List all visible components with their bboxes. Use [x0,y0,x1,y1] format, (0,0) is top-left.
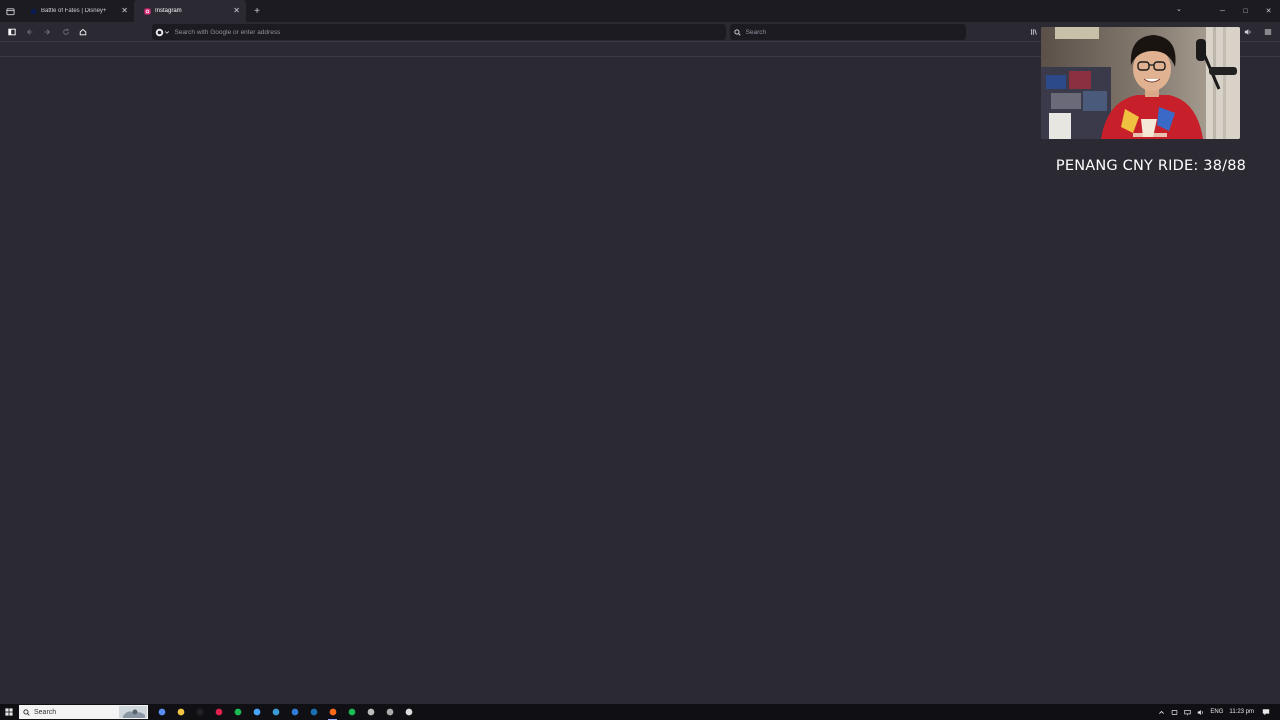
notifications-button[interactable] [1262,708,1270,716]
menu-button[interactable] [1262,26,1274,38]
start-button[interactable] [0,704,18,720]
home-icon [79,28,87,36]
firefox-view-icon [5,7,15,15]
windows-logo-icon [5,708,13,716]
forward-arrow-icon [44,29,51,35]
taskbar-app-c-app[interactable] [247,704,266,720]
hamburger-menu-icon [1264,29,1272,35]
tab-instagram[interactable]: Instagram ✕ [134,0,246,22]
tab-title: Battle of Fates | Disney+ [41,8,107,14]
taskbar-search-box[interactable]: Search [19,705,148,719]
speaker-icon [1244,29,1251,35]
search-highlight-art-icon [119,706,147,718]
chevron-up-icon [1159,710,1165,714]
taskbar-app-obs[interactable] [399,704,418,720]
file-explorer-icon [177,708,184,716]
library-button[interactable] [1028,26,1040,38]
webcam-image [1041,27,1240,139]
webcam-overlay [1041,27,1240,139]
taskbar-app-arrow-app[interactable] [361,704,380,720]
sidebar-button[interactable] [6,26,18,38]
new-tab-button[interactable]: + [248,6,266,17]
keyboard-app-icon [386,708,393,716]
tab-close-button[interactable]: ✕ [121,7,128,15]
windows-taskbar: Search ENG 11:23 pm [0,704,1280,720]
taskbar-app-file-explorer[interactable] [171,704,190,720]
list-all-tabs-button[interactable]: ⌄ [1176,5,1182,13]
arrow-app-icon [367,708,374,716]
language-indicator[interactable]: ENG [1210,709,1223,715]
spotify-icon [348,708,355,716]
maximize-button[interactable]: □ [1234,8,1257,15]
taskbar-app-firefox[interactable] [323,704,342,720]
address-bar[interactable] [152,24,726,40]
network-icon [1184,709,1192,715]
back-button[interactable] [24,26,36,38]
minimize-button[interactable]: ─ [1211,8,1234,15]
url-input[interactable] [172,27,726,37]
search-bar[interactable] [730,24,966,40]
home-button[interactable] [77,26,89,38]
taskbar-app-red-app[interactable] [209,704,228,720]
volume-tray-button[interactable] [1197,709,1204,716]
check-app-icon [272,708,279,716]
taskbar-apps [152,704,418,720]
red-app-icon [215,708,222,716]
firefox-view-button[interactable] [0,0,20,22]
instagram-favicon-icon [144,7,151,15]
forward-button[interactable] [41,26,53,38]
search-icon [23,708,30,716]
firefox-icon [329,708,336,716]
taskbar-app-steam[interactable] [304,704,323,720]
reload-icon [63,28,70,35]
epic-games-icon [196,708,203,716]
search-input[interactable] [743,27,966,37]
ride-progress-caption: PENANG CNY RIDE: 38/88 [1055,158,1247,174]
taskbar-app-keyboard-app[interactable] [380,704,399,720]
settings-app-icon [158,708,165,716]
spotify-green-icon [234,708,241,716]
library-icon [1031,29,1037,35]
close-window-button[interactable]: ✕ [1257,7,1280,15]
taskbar-app-spotify-green[interactable] [228,704,247,720]
obs-icon [405,708,412,716]
tab-title: Instagram [155,8,182,14]
search-icon [734,28,744,36]
back-arrow-icon [26,29,33,35]
tab-strip: Battle of Fates | Disney+ ✕ Instagram ✕ … [0,0,1280,22]
taskbar-search-label: Search [34,708,57,716]
onedrive-tray-button[interactable] [1171,709,1178,716]
tab-disney[interactable]: Battle of Fates | Disney+ ✕ [20,0,134,22]
window-controls: ─ □ ✕ [1211,0,1280,22]
tab-close-button[interactable]: ✕ [233,7,240,15]
taskbar-app-epic-games[interactable] [190,704,209,720]
onedrive-icon [1172,709,1178,715]
audio-button[interactable] [1242,26,1254,38]
steam-icon [310,708,317,716]
google-icon [155,28,164,36]
page-content [0,57,1280,704]
volume-icon [1198,709,1204,715]
system-tray: ENG 11:23 pm [1158,704,1280,720]
taskbar-app-check-app[interactable] [266,704,285,720]
network-tray-button[interactable] [1184,709,1192,716]
chevron-down-icon [164,31,170,34]
taskbar-app-mail[interactable] [285,704,304,720]
taskbar-app-spotify[interactable] [342,704,361,720]
mail-icon [291,708,298,716]
show-hidden-icons-button[interactable] [1158,709,1165,716]
notification-icon [1262,709,1270,716]
reload-button[interactable] [60,26,72,38]
disney-favicon-icon [30,8,37,14]
clock[interactable]: 11:23 pm [1229,709,1254,715]
c-app-icon [253,708,260,716]
sidebar-icon [8,28,16,36]
search-engine-selector[interactable] [155,26,172,38]
taskbar-app-settings-app[interactable] [152,704,171,720]
